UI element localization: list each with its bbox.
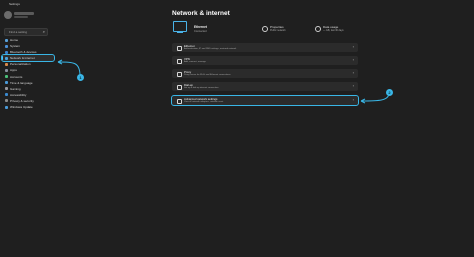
callout-2: 2 [386, 89, 393, 96]
annotation-arrows [57, 59, 390, 104]
callout-1: 1 [77, 74, 84, 81]
arrow-2-line [360, 92, 390, 102]
